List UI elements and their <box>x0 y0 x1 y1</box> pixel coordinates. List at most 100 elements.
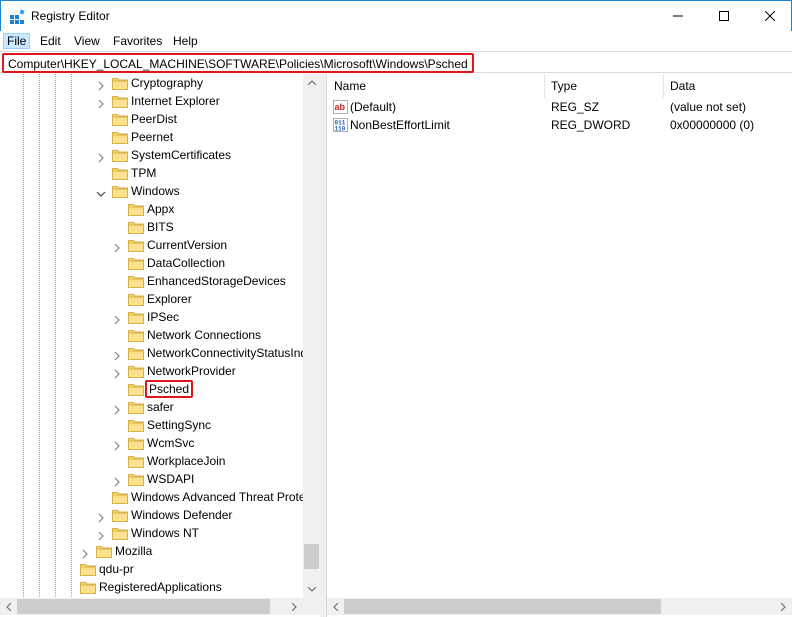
collapsed-chevron-icon[interactable] <box>112 240 122 253</box>
folder-icon <box>128 238 144 252</box>
folder-icon <box>128 256 144 270</box>
tree-hscroll-thumb[interactable] <box>17 599 270 614</box>
value-row[interactable]: ab (Default) REG_SZ (value not set) <box>327 98 792 116</box>
tree-item[interactable]: SettingSync <box>0 416 303 434</box>
tree-item-label: PeerDist <box>131 112 178 126</box>
collapsed-chevron-icon[interactable] <box>96 510 106 523</box>
collapsed-chevron-icon[interactable] <box>112 312 122 325</box>
collapsed-chevron-icon[interactable] <box>96 96 106 109</box>
menu-view[interactable]: View <box>71 33 103 49</box>
tree-item[interactable]: CurrentVersion <box>0 236 303 254</box>
folder-icon <box>112 130 128 144</box>
tree-horizontal-scrollbar[interactable] <box>0 598 320 615</box>
menu-help[interactable]: Help <box>170 33 201 49</box>
tree-item[interactable]: Windows Advanced Threat Protectic <box>0 488 320 506</box>
folder-icon <box>128 382 144 396</box>
tree-vertical-scrollbar[interactable] <box>303 74 320 598</box>
folder-icon <box>128 292 144 306</box>
key-tree-pane[interactable]: Cryptography Internet Explorer PeerDist Pee… <box>0 74 320 617</box>
collapsed-chevron-icon[interactable] <box>112 474 122 487</box>
folder-icon <box>112 184 128 198</box>
tree-item[interactable]: TPM <box>0 164 303 182</box>
address-path[interactable]: Computer\HKEY_LOCAL_MACHINE\SOFTWARE\Pol… <box>2 53 474 73</box>
collapsed-chevron-icon[interactable] <box>96 78 106 91</box>
tree-item[interactable]: Explorer <box>0 290 303 308</box>
collapsed-chevron-icon[interactable] <box>112 402 122 415</box>
tree-item-label: Appx <box>147 202 175 216</box>
value-type: REG_SZ <box>551 100 600 114</box>
tree-item[interactable]: Psched <box>0 380 303 398</box>
tree-item[interactable]: safer <box>0 398 303 416</box>
tree-item-label: NetworkProvider <box>147 364 236 378</box>
scroll-left-arrow-icon[interactable] <box>327 598 344 615</box>
folder-icon <box>128 400 144 414</box>
tree-item[interactable]: PeerDist <box>0 110 303 128</box>
tree-item[interactable]: Cryptography <box>0 74 303 92</box>
tree-item[interactable]: NetworkProvider <box>0 362 303 380</box>
window-title: Registry Editor <box>31 9 110 23</box>
tree-item[interactable]: DataCollection <box>0 254 303 272</box>
tree-item-label: WSDAPI <box>147 472 195 486</box>
menu-file[interactable]: File <box>3 33 31 49</box>
value-data: 0x00000000 (0) <box>670 118 755 132</box>
close-button[interactable] <box>747 1 792 31</box>
tree-item-label: CurrentVersion <box>147 238 228 252</box>
tree-item[interactable]: SystemCertificates <box>0 146 303 164</box>
address-bar[interactable]: Computer\HKEY_LOCAL_MACHINE\SOFTWARE\Pol… <box>0 51 792 73</box>
column-header-name[interactable]: Name <box>327 74 544 98</box>
scroll-down-arrow-icon[interactable] <box>303 581 320 598</box>
string-value-icon: ab <box>333 100 348 114</box>
folder-icon <box>128 346 144 360</box>
collapsed-chevron-icon[interactable] <box>112 348 122 361</box>
value-row[interactable]: 011 110 NonBestEffortLimit REG_DWORD 0x0… <box>327 116 792 134</box>
tree-item[interactable]: NetworkConnectivityStatusIndica <box>0 344 320 362</box>
tree-item[interactable]: Internet Explorer <box>0 92 303 110</box>
folder-icon <box>112 112 128 126</box>
values-horizontal-scrollbar[interactable] <box>327 598 792 615</box>
tree-item[interactable]: Peernet <box>0 128 303 146</box>
scroll-up-arrow-icon[interactable] <box>303 74 320 91</box>
tree-item[interactable]: Network Connections <box>0 326 303 344</box>
tree-item[interactable]: WorkplaceJoin <box>0 452 303 470</box>
tree-item[interactable]: IPSec <box>0 308 303 326</box>
folder-icon <box>112 490 128 504</box>
menu-favorites[interactable]: Favorites <box>110 33 165 49</box>
values-hscroll-thumb[interactable] <box>344 599 661 614</box>
tree-item[interactable]: qdu-pr <box>0 560 303 578</box>
tree-item[interactable]: RegisteredApplications <box>0 578 303 596</box>
tree-item[interactable]: Appx <box>0 200 303 218</box>
binary-value-icon: 011 110 <box>333 118 348 132</box>
tree-item[interactable]: WSDAPI <box>0 470 303 488</box>
minimize-button[interactable] <box>655 1 701 31</box>
folder-icon <box>128 436 144 450</box>
scroll-right-arrow-icon[interactable] <box>286 598 303 615</box>
column-header-type[interactable]: Type <box>544 74 664 98</box>
maximize-button[interactable] <box>701 1 747 31</box>
tree-item-label: RegisteredApplications <box>99 580 222 594</box>
tree-item-label: Network Connections <box>147 328 262 342</box>
tree-item-label-selected: Psched <box>145 380 194 398</box>
menu-edit[interactable]: Edit <box>37 33 64 49</box>
tree-item[interactable]: WcmSvc <box>0 434 303 452</box>
collapsed-chevron-icon[interactable] <box>96 150 106 163</box>
tree-item[interactable]: Windows NT <box>0 524 303 542</box>
tree-item[interactable]: Mozilla <box>0 542 303 560</box>
folder-icon <box>112 166 128 180</box>
collapsed-chevron-icon[interactable] <box>112 366 122 379</box>
tree-item[interactable]: Windows <box>0 182 303 200</box>
folder-icon <box>128 418 144 432</box>
collapsed-chevron-icon[interactable] <box>96 528 106 541</box>
tree-scroll-thumb[interactable] <box>304 544 319 569</box>
tree-item-label: DataCollection <box>147 256 226 270</box>
scroll-left-arrow-icon[interactable] <box>0 598 17 615</box>
column-header-data[interactable]: Data <box>663 74 792 98</box>
tree-item-label: SettingSync <box>147 418 212 432</box>
expanded-chevron-icon[interactable] <box>96 186 106 197</box>
values-list-pane[interactable]: Name Type Data ab (Default) REG_SZ (valu… <box>326 74 792 617</box>
scroll-right-arrow-icon[interactable] <box>775 598 792 615</box>
collapsed-chevron-icon[interactable] <box>80 546 90 559</box>
tree-item[interactable]: Windows Defender <box>0 506 303 524</box>
collapsed-chevron-icon[interactable] <box>112 438 122 451</box>
tree-item[interactable]: EnhancedStorageDevices <box>0 272 303 290</box>
tree-item[interactable]: BITS <box>0 218 303 236</box>
